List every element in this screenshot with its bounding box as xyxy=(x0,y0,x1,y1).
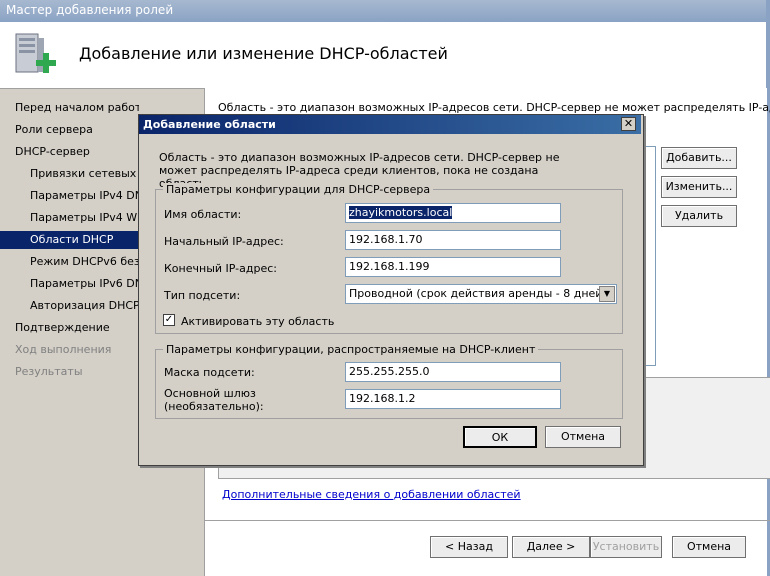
wizard-cancel-button[interactable]: Отмена xyxy=(672,536,746,558)
server-add-role-icon xyxy=(15,33,56,73)
add-scope-button[interactable]: Добавить... xyxy=(661,147,737,169)
sidebar-item-server-roles[interactable]: Роли сервера xyxy=(15,123,139,139)
activate-scope-checkbox[interactable]: ✓ xyxy=(163,314,175,326)
sidebar-item-progress: Ход выполнения xyxy=(15,343,112,356)
gateway-input[interactable]: 192.168.1.2 xyxy=(345,389,561,409)
subnet-mask-label: Маска подсети: xyxy=(164,366,255,379)
dialog-title: Добавление области xyxy=(143,118,276,131)
chevron-down-icon[interactable]: ▼ xyxy=(599,286,615,302)
ok-button[interactable]: ОК xyxy=(463,426,537,448)
back-button[interactable]: < Назад xyxy=(430,536,508,558)
subnet-type-label: Тип подсети: xyxy=(164,289,241,302)
sidebar-item-ipv4-wins[interactable]: Параметры IPv4 WINS xyxy=(30,211,139,227)
intro-text: Область - это диапазон возможных IP-адре… xyxy=(218,101,770,114)
sidebar-item-ipv6-dns[interactable]: Параметры IPv6 DNS- xyxy=(30,277,139,293)
sidebar-item-network-bindings[interactable]: Привязки сетевых по xyxy=(30,167,139,183)
scope-name-input[interactable]: zhayikmotors.local xyxy=(345,203,561,223)
sidebar-item-before-you-begin[interactable]: Перед началом работы xyxy=(15,101,139,117)
sidebar-item-results: Результаты xyxy=(15,365,83,378)
more-info-link[interactable]: Дополнительные сведения о добавлении обл… xyxy=(222,488,521,501)
sidebar-item-dhcp-server[interactable]: DHCP-сервер xyxy=(15,145,139,161)
server-config-legend: Параметры конфигурации для DHCP-сервера xyxy=(163,183,434,196)
subnet-type-value: Проводной (срок действия аренды - 8 дней… xyxy=(349,287,607,300)
sidebar-item-confirmation[interactable]: Подтверждение xyxy=(15,321,139,337)
sidebar-item-dhcp-scopes[interactable]: Области DHCP xyxy=(30,233,139,249)
end-ip-input[interactable]: 192.168.1.199 xyxy=(345,257,561,277)
edit-scope-button[interactable]: Изменить... xyxy=(661,176,737,198)
next-button[interactable]: Далее > xyxy=(512,536,590,558)
sidebar-item-ipv4-dns[interactable]: Параметры IPv4 DNS- xyxy=(30,189,139,205)
scope-name-value: zhayikmotors.local xyxy=(349,206,453,219)
scope-name-label: Имя области: xyxy=(164,208,242,221)
sidebar-item-dhcp-authorization[interactable]: Авторизация DHCP-се xyxy=(30,299,139,315)
subnet-mask-input[interactable]: 255.255.255.0 xyxy=(345,362,561,382)
subnet-type-select[interactable]: Проводной (срок действия аренды - 8 дней… xyxy=(345,284,617,304)
end-ip-label: Конечный IP-адрес: xyxy=(164,262,277,275)
page-title: Добавление или изменение DHCP-областей xyxy=(79,44,448,63)
window-title-bar[interactable]: Мастер добавления ролей xyxy=(0,0,770,22)
gateway-optional-label: (необязательно): xyxy=(164,400,264,413)
start-ip-label: Начальный IP-адрес: xyxy=(164,235,284,248)
window-title: Мастер добавления ролей xyxy=(6,3,174,17)
gateway-label: Основной шлюз xyxy=(164,387,256,400)
close-icon[interactable]: ✕ xyxy=(621,117,636,131)
client-config-legend: Параметры конфигурации, распространяемые… xyxy=(163,343,539,356)
delete-scope-button[interactable]: Удалить xyxy=(661,205,737,227)
sidebar-item-dhcpv6-mode[interactable]: Режим DHCPv6 без от xyxy=(30,255,139,271)
activate-scope-label[interactable]: Активировать эту область xyxy=(181,315,334,328)
dialog-cancel-button[interactable]: Отмена xyxy=(545,426,621,448)
footer-separator xyxy=(204,520,770,521)
start-ip-input[interactable]: 192.168.1.70 xyxy=(345,230,561,250)
dialog-title-bar[interactable]: Добавление области xyxy=(139,115,641,134)
install-button: Установить xyxy=(590,536,662,558)
